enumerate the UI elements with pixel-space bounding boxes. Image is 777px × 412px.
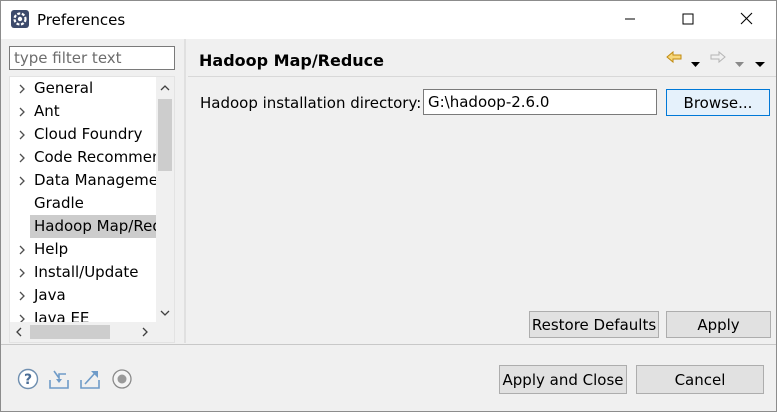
- close-button[interactable]: [717, 1, 775, 39]
- tree-item[interactable]: Cloud Foundry: [10, 123, 156, 146]
- tree-vertical-scrollbar[interactable]: [156, 77, 174, 322]
- tree-item[interactable]: Install/Update: [10, 261, 156, 284]
- tree-item[interactable]: General: [10, 77, 156, 100]
- chevron-up-icon: [160, 78, 170, 96]
- chevron-down-icon: [160, 303, 170, 321]
- preference-tree: General Ant Cloud Foundry Code Recommenders…: [9, 76, 175, 343]
- tree-item[interactable]: Help: [10, 238, 156, 261]
- view-menu-icon[interactable]: [755, 54, 765, 72]
- tree-item[interactable]: Hadoop Map/Reduce: [30, 215, 156, 238]
- minimize-button[interactable]: [601, 1, 659, 39]
- pane-splitter[interactable]: [184, 39, 186, 343]
- window-title: Preferences: [37, 11, 126, 29]
- page-title: Hadoop Map/Reduce: [199, 51, 385, 70]
- apply-and-close-button[interactable]: Apply and Close: [499, 365, 627, 394]
- tree-item-label: Code Recommenders: [34, 148, 156, 166]
- import-icon[interactable]: [48, 368, 70, 390]
- filter-input[interactable]: [9, 46, 175, 70]
- scroll-up-button[interactable]: [156, 77, 174, 97]
- help-icon[interactable]: ?: [17, 368, 39, 390]
- expand-chevron-icon[interactable]: [10, 238, 34, 261]
- apply-button[interactable]: Apply: [666, 311, 771, 338]
- back-dropdown-icon[interactable]: [691, 54, 700, 72]
- tree-item-label: Hadoop Map/Reduce: [34, 217, 156, 235]
- tree-item[interactable]: Gradle: [10, 192, 156, 215]
- vertical-scroll-thumb[interactable]: [158, 99, 172, 171]
- tree-item-label: Help: [34, 240, 69, 258]
- tree-item[interactable]: Java: [10, 284, 156, 307]
- forward-arrow-icon[interactable]: [709, 49, 727, 69]
- horizontal-scroll-thumb[interactable]: [30, 325, 110, 339]
- maximize-icon: [682, 11, 694, 29]
- tree-item-label: Cloud Foundry: [34, 125, 143, 143]
- forward-dropdown-icon[interactable]: [735, 54, 744, 72]
- svg-text:?: ?: [24, 372, 32, 388]
- page-navigation: [665, 48, 771, 68]
- expand-chevron-icon[interactable]: [10, 284, 34, 307]
- title-bar: Preferences: [1, 1, 776, 39]
- minimize-icon: [624, 11, 636, 29]
- back-arrow-icon[interactable]: [665, 49, 683, 69]
- page-header-divider: [188, 76, 776, 77]
- hadoop-dir-label: Hadoop installation directory:: [200, 94, 422, 112]
- preferences-window: Preferences General Ant Cloud Foundry Code …: [0, 0, 777, 412]
- chevron-right-icon: [141, 323, 149, 341]
- expand-chevron-icon[interactable]: [10, 123, 34, 146]
- cancel-button[interactable]: Cancel: [636, 365, 764, 394]
- preferences-gear-icon: [10, 9, 30, 29]
- hadoop-dir-input[interactable]: [423, 89, 657, 115]
- tree-item-label: General: [34, 79, 94, 97]
- expand-chevron-icon[interactable]: [10, 261, 34, 284]
- expand-chevron-icon[interactable]: [10, 169, 34, 192]
- tree-item-label: Data Management: [34, 171, 156, 189]
- scroll-down-button[interactable]: [156, 302, 174, 322]
- footer-divider: [1, 344, 776, 345]
- tree-item-label: Java: [34, 286, 66, 304]
- scroll-left-button[interactable]: [10, 322, 28, 342]
- tree-horizontal-scrollbar[interactable]: [10, 322, 174, 342]
- expand-chevron-icon[interactable]: [10, 77, 34, 100]
- maximize-button[interactable]: [659, 1, 717, 39]
- expand-chevron-icon[interactable]: [10, 100, 34, 123]
- browse-button[interactable]: Browse...: [666, 89, 770, 116]
- scroll-right-button[interactable]: [136, 322, 154, 342]
- tree-item[interactable]: Data Management: [10, 169, 156, 192]
- tree-item-label: Install/Update: [34, 263, 139, 281]
- close-icon: [740, 11, 753, 29]
- tree-item[interactable]: Ant: [10, 100, 156, 123]
- tree-item[interactable]: Code Recommenders: [10, 146, 156, 169]
- expand-chevron-icon[interactable]: [10, 146, 34, 169]
- export-icon[interactable]: [79, 368, 101, 390]
- chevron-left-icon: [15, 323, 23, 341]
- tree-item-label: Ant: [34, 102, 60, 120]
- record-icon[interactable]: [111, 368, 133, 390]
- restore-defaults-button[interactable]: Restore Defaults: [529, 311, 659, 338]
- tree-item-label: Gradle: [34, 194, 84, 212]
